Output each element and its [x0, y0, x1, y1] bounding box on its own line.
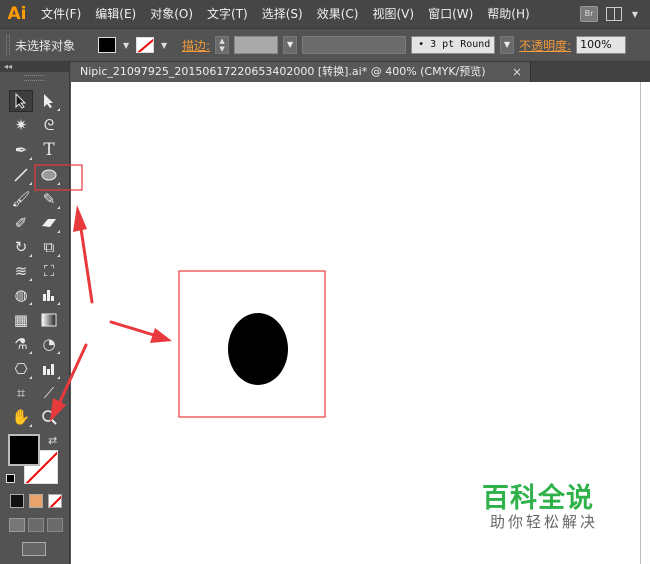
stroke-swatch[interactable] — [136, 37, 155, 53]
mesh-tool[interactable]: ▦ — [9, 309, 33, 331]
stroke-weight-field[interactable] — [234, 36, 279, 54]
stroke-label[interactable]: 描边: — [182, 37, 210, 54]
fill-swatch[interactable] — [98, 37, 117, 53]
menu-object[interactable]: 对象(O) — [143, 0, 200, 28]
draw-behind-button[interactable] — [28, 518, 44, 532]
draw-normal-button[interactable] — [9, 518, 25, 532]
pencil-tool[interactable]: ✎ — [37, 188, 61, 210]
document-tab-bar: Nipic_21097925_20150617220653402000 [转换]… — [71, 62, 650, 82]
workspace-layout-icon[interactable] — [606, 7, 622, 21]
control-bar: 未选择对象 ▼ ▼ 描边: ▲ ▼ ▼ • 3 pt Round ▼ 不透明度: … — [0, 28, 650, 62]
menu-file[interactable]: 文件(F) — [34, 0, 88, 28]
bridge-icon[interactable]: Br — [580, 6, 598, 22]
opacity-field[interactable]: 100% — [576, 36, 627, 54]
variable-width-profile[interactable] — [302, 36, 407, 54]
line-segment-tool[interactable] — [9, 164, 33, 186]
opacity-label[interactable]: 不透明度: — [519, 37, 571, 54]
menu-right-group: Br ▼ — [580, 6, 650, 22]
paintbrush-tool[interactable]: 🖌 — [9, 188, 33, 210]
free-transform-tool[interactable]: ⛶ — [37, 260, 61, 282]
none-mode-button[interactable] — [48, 494, 62, 508]
tools-panel-grip[interactable] — [24, 75, 45, 81]
menu-help[interactable]: 帮助(H) — [480, 0, 536, 28]
menu-window[interactable]: 窗口(W) — [421, 0, 480, 28]
width-tool[interactable]: ≋ — [9, 260, 33, 282]
shape-builder-tool[interactable]: ◍ — [9, 284, 33, 306]
blend-tool[interactable]: ◔ — [37, 333, 61, 355]
fill-color-box-front[interactable] — [8, 434, 40, 466]
menu-effect[interactable]: 效果(C) — [310, 0, 366, 28]
pen-tool[interactable]: ✒ — [9, 139, 33, 161]
menu-type[interactable]: 文字(T) — [200, 0, 255, 28]
eraser-tool[interactable] — [37, 212, 61, 234]
tools-panel-collapse-icon[interactable]: ◂◂ — [0, 62, 69, 72]
brush-definition[interactable]: • 3 pt Round — [411, 36, 496, 54]
fill-dropdown-icon[interactable]: ▼ — [121, 38, 131, 52]
scale-tool[interactable]: ⧉ — [37, 236, 61, 258]
screen-mode-button[interactable] — [22, 542, 46, 556]
selection-status: 未选择对象 — [15, 38, 76, 53]
watermark-subtitle: 助你轻松解决 — [490, 513, 599, 531]
type-tool[interactable]: T — [37, 139, 61, 161]
watermark-title: 百科全说 — [482, 483, 594, 514]
tools-panel: ◂◂ ✷ ᘓ ✒ T 🖌 ✎ ✐ ↻ ⧉ ≋ ⛶ ◍ ▦ ⚗ ◔ ⎔ ⌗ ⟋ ✋ — [0, 62, 70, 564]
symbol-sprayer-tool[interactable]: ⎔ — [9, 358, 33, 380]
selection-tool[interactable] — [9, 90, 33, 112]
hand-tool[interactable]: ✋ — [9, 406, 33, 428]
menu-view[interactable]: 视图(V) — [365, 0, 421, 28]
document-tab[interactable]: Nipic_21097925_20150617220653402000 [转换]… — [71, 62, 531, 82]
menu-edit[interactable]: 编辑(E) — [88, 0, 143, 28]
blob-brush-tool[interactable]: ✐ — [9, 212, 33, 234]
brush-dropdown[interactable]: ▼ — [500, 36, 515, 54]
document-tab-title: Nipic_21097925_20150617220653402000 [转换]… — [80, 65, 486, 78]
lasso-tool[interactable]: ᘓ — [37, 114, 61, 136]
stroke-weight-spinner[interactable]: ▲ ▼ — [215, 36, 230, 54]
close-tab-icon[interactable]: × — [512, 62, 522, 82]
stroke-weight-dropdown[interactable]: ▼ — [283, 36, 298, 54]
direct-selection-tool[interactable] — [37, 90, 61, 112]
magic-wand-tool[interactable]: ✷ — [9, 114, 33, 136]
menu-bar: Ai 文件(F) 编辑(E) 对象(O) 文字(T) 选择(S) 效果(C) 视… — [0, 0, 650, 28]
color-mode-button[interactable] — [10, 494, 24, 508]
slice-tool[interactable]: ⟋ — [37, 382, 61, 404]
workspace-dropdown-icon[interactable]: ▼ — [630, 7, 640, 21]
default-colors-icon[interactable] — [6, 474, 15, 483]
control-bar-grip[interactable] — [6, 35, 10, 55]
eyedropper-tool[interactable]: ⚗ — [9, 333, 33, 355]
column-graph-tool[interactable] — [37, 358, 61, 380]
canvas-right-edge — [640, 82, 650, 564]
rotate-tool[interactable]: ↻ — [9, 236, 33, 258]
artboard-tool[interactable]: ⌗ — [9, 382, 33, 404]
zoom-tool[interactable] — [37, 406, 61, 428]
ellipse-tool[interactable] — [37, 164, 61, 186]
graph-tool[interactable] — [37, 284, 61, 306]
swap-fill-stroke-icon[interactable]: ⇄ — [48, 434, 57, 447]
draw-inside-button[interactable] — [47, 518, 63, 532]
gradient-tool[interactable] — [37, 309, 61, 331]
menu-select[interactable]: 选择(S) — [255, 0, 310, 28]
stroke-dropdown-icon[interactable]: ▼ — [159, 38, 169, 52]
app-logo: Ai — [7, 4, 27, 24]
gradient-mode-button[interactable] — [29, 494, 43, 508]
